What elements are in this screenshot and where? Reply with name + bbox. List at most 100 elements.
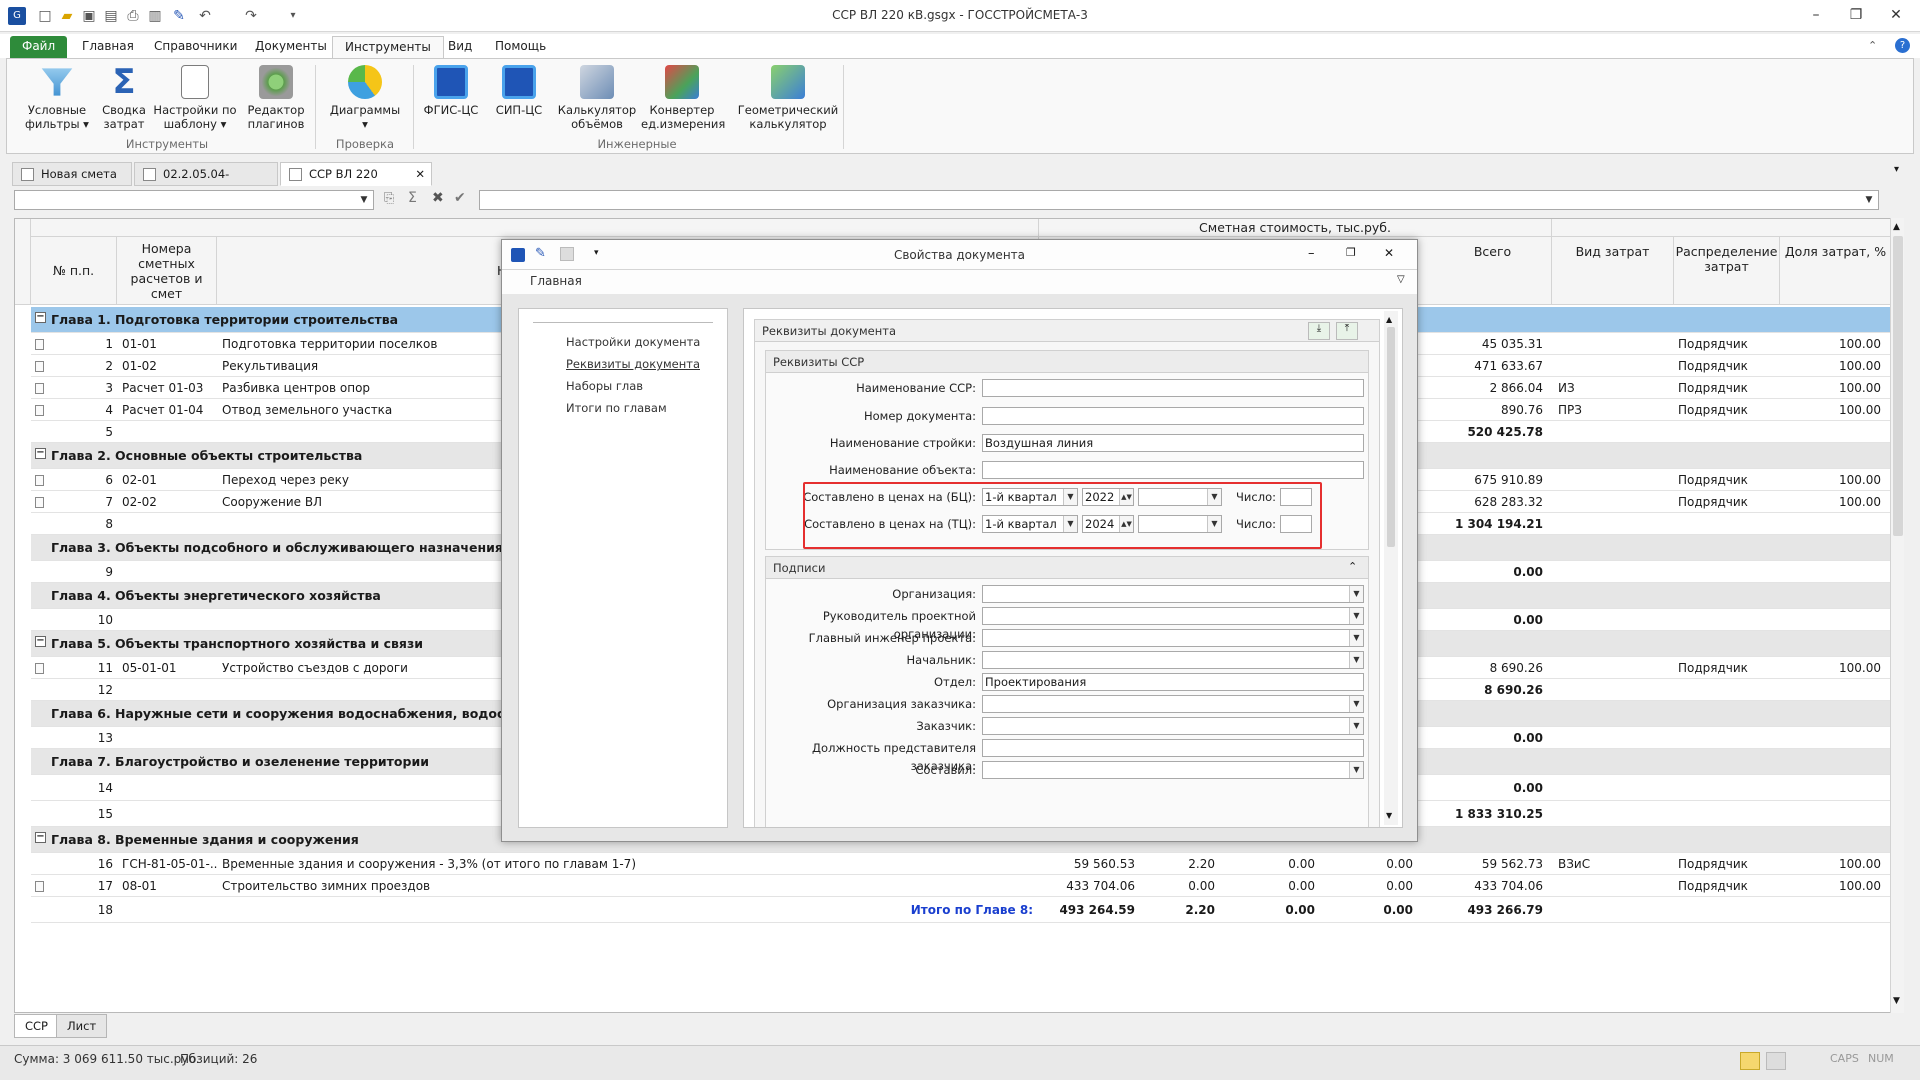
estimate-code[interactable]: 02-02 xyxy=(119,491,217,513)
estimate-code[interactable]: 01-01 xyxy=(119,333,217,355)
cost-type[interactable]: ПРЗ xyxy=(1555,399,1665,421)
sip-cs-button[interactable]: СИП-ЦС xyxy=(489,65,549,117)
cost-share[interactable]: 100.00 xyxy=(1781,355,1885,377)
import-icon[interactable]: ⤓ xyxy=(1308,322,1330,340)
close-button[interactable]: ✕ xyxy=(1882,4,1910,26)
cost-type[interactable]: ИЗ xyxy=(1555,377,1665,399)
scroll-thumb[interactable] xyxy=(1387,327,1395,547)
scroll-down-icon[interactable]: ▼ xyxy=(1386,811,1392,820)
maximize-button[interactable]: ❐ xyxy=(1842,4,1870,26)
cost-type[interactable] xyxy=(1555,491,1665,513)
cancel-icon[interactable]: ✖ xyxy=(432,190,444,206)
estimate-code[interactable]: 01-02 xyxy=(119,355,217,377)
doc-tab-ssr[interactable]: ССР ВЛ 220 кВ.gsgx✕ xyxy=(280,162,432,203)
total-value[interactable]: 520 425.78 xyxy=(1419,421,1547,443)
cost-type[interactable]: ВЗиС xyxy=(1555,853,1665,875)
scroll-up-icon[interactable]: ▲ xyxy=(1386,315,1392,324)
collapse-toggle-icon[interactable]: − xyxy=(35,832,46,843)
help-icon[interactable]: ? xyxy=(1895,38,1910,53)
cost-distribution[interactable]: Подрядчик xyxy=(1675,469,1775,491)
cost-share[interactable]: 100.00 xyxy=(1781,399,1885,421)
cost-share[interactable]: 100.00 xyxy=(1781,377,1885,399)
total-value[interactable]: 0.00 xyxy=(1419,609,1547,631)
table-row[interactable]: 16 ГСН-81-05-01-... Временные здания и соо… xyxy=(31,853,1891,875)
nav-document-requisites[interactable]: Реквизиты документа xyxy=(566,357,700,371)
estimate-code[interactable]: 08-01 xyxy=(119,875,217,897)
row-number[interactable]: 16 xyxy=(31,853,117,875)
col-header-distribution[interactable]: Распределение затрат xyxy=(1674,237,1780,305)
cost-value[interactable]: 2.20 xyxy=(1139,897,1219,923)
copy-icon[interactable]: ⎘ xyxy=(384,191,394,206)
cost-share[interactable]: 100.00 xyxy=(1781,469,1885,491)
cost-summary-button[interactable]: Σ Сводка затрат xyxy=(95,65,153,131)
row-number[interactable]: 12 xyxy=(31,679,117,701)
total-value[interactable]: 0.00 xyxy=(1419,727,1547,749)
ssr-name-input[interactable] xyxy=(982,379,1364,397)
minimize-button[interactable]: – xyxy=(1802,4,1830,26)
collapse-ribbon-icon[interactable]: ⌃ xyxy=(1868,39,1877,52)
cost-value[interactable]: 0.00 xyxy=(1319,875,1417,897)
sheet-tab-ssr[interactable]: ССР xyxy=(14,1014,59,1038)
charts-button[interactable]: Диаграммы ▾ xyxy=(323,65,407,131)
total-row[interactable]: 18 Итого по Главе 8: 493 264.59 2.20 0.00 0.0… xyxy=(31,897,1891,923)
doc-tab-new-estimate[interactable]: Новая смета 1 xyxy=(12,162,132,203)
cost-distribution[interactable]: Подрядчик xyxy=(1675,657,1775,679)
scroll-down-icon[interactable]: ▼ xyxy=(1893,996,1900,1006)
dialog-scrollbar[interactable]: ▲ ▼ xyxy=(1384,311,1398,825)
item-name[interactable]: Строительство зимних проездов xyxy=(219,875,1039,897)
cost-value[interactable]: 0.00 xyxy=(1139,875,1219,897)
sheet-tab-list[interactable]: Лист xyxy=(56,1014,108,1038)
collapse-toggle-icon[interactable]: − xyxy=(35,312,46,323)
cost-value[interactable]: 0.00 xyxy=(1319,897,1417,923)
conditional-filters-button[interactable]: Условные фильтры ▾ xyxy=(15,65,99,131)
dialog-close-button[interactable]: ✕ xyxy=(1384,246,1394,260)
cost-distribution[interactable]: Подрядчик xyxy=(1675,491,1775,513)
cost-value[interactable]: 0.00 xyxy=(1219,875,1319,897)
sigma-small-icon[interactable]: Σ xyxy=(408,190,417,206)
cost-value[interactable]: 0.00 xyxy=(1219,897,1319,923)
col-header-number[interactable]: № п.п. xyxy=(31,237,117,305)
total-value[interactable]: 471 633.67 xyxy=(1419,355,1547,377)
cost-distribution[interactable]: Подрядчик xyxy=(1675,853,1775,875)
total-value[interactable]: 1 833 310.25 xyxy=(1419,801,1547,827)
col-header-total[interactable]: Всего xyxy=(1434,237,1552,305)
row-number[interactable]: 8 xyxy=(31,513,117,535)
collapse-section-icon[interactable]: ⌃ xyxy=(1348,560,1357,573)
total-value[interactable]: 493 266.79 xyxy=(1419,897,1547,923)
cost-value[interactable]: 0.00 xyxy=(1319,853,1417,875)
cost-type[interactable] xyxy=(1555,875,1665,897)
expand-icon[interactable]: ▽ xyxy=(1397,274,1405,285)
tab-tools[interactable]: Инструменты xyxy=(332,36,444,58)
cost-value[interactable]: 0.00 xyxy=(1219,853,1319,875)
dialog-minimize-button[interactable]: – xyxy=(1308,246,1315,261)
signature-input[interactable]: Проектирования xyxy=(982,673,1364,691)
row-number[interactable]: 10 xyxy=(31,609,117,631)
vertical-scrollbar[interactable]: ▲ ▼ xyxy=(1890,218,1904,1013)
cost-type[interactable] xyxy=(1555,469,1665,491)
layout-icon[interactable] xyxy=(1766,1052,1786,1070)
signature-select[interactable]: ▼ xyxy=(982,585,1364,603)
object-name-input[interactable] xyxy=(982,461,1364,479)
cost-distribution[interactable]: Подрядчик xyxy=(1675,355,1775,377)
tab-home[interactable]: Главная xyxy=(70,36,146,58)
total-value[interactable]: 433 704.06 xyxy=(1419,875,1547,897)
total-value[interactable]: 8 690.26 xyxy=(1419,679,1547,701)
row-number[interactable]: 14 xyxy=(31,775,117,801)
item-name[interactable]: Временные здания и сооружения - 3,3% (от… xyxy=(219,853,1039,875)
scroll-up-icon[interactable]: ▲ xyxy=(1893,222,1900,232)
cost-share[interactable]: 100.00 xyxy=(1781,853,1885,875)
total-value[interactable]: 890.76 xyxy=(1419,399,1547,421)
col-header-codes[interactable]: Номера сметных расчетов и смет xyxy=(117,237,217,305)
cost-distribution[interactable]: Подрядчик xyxy=(1675,377,1775,399)
dialog-tab-main[interactable]: Главная xyxy=(530,274,582,288)
cost-share[interactable]: 100.00 xyxy=(1781,333,1885,355)
row-number[interactable]: 9 xyxy=(31,561,117,583)
col-header-cost-type[interactable]: Вид затрат xyxy=(1552,237,1674,305)
total-label[interactable]: Итого по Главе 8: xyxy=(219,897,1037,923)
signature-select[interactable]: ▼ xyxy=(982,717,1364,735)
page-view-icon[interactable] xyxy=(1740,1052,1760,1070)
col-header-share[interactable]: Доля затрат, % xyxy=(1780,237,1892,305)
total-value[interactable]: 628 283.32 xyxy=(1419,491,1547,513)
cost-share[interactable]: 100.00 xyxy=(1781,875,1885,897)
nav-chapter-totals[interactable]: Итоги по главам xyxy=(566,401,667,415)
